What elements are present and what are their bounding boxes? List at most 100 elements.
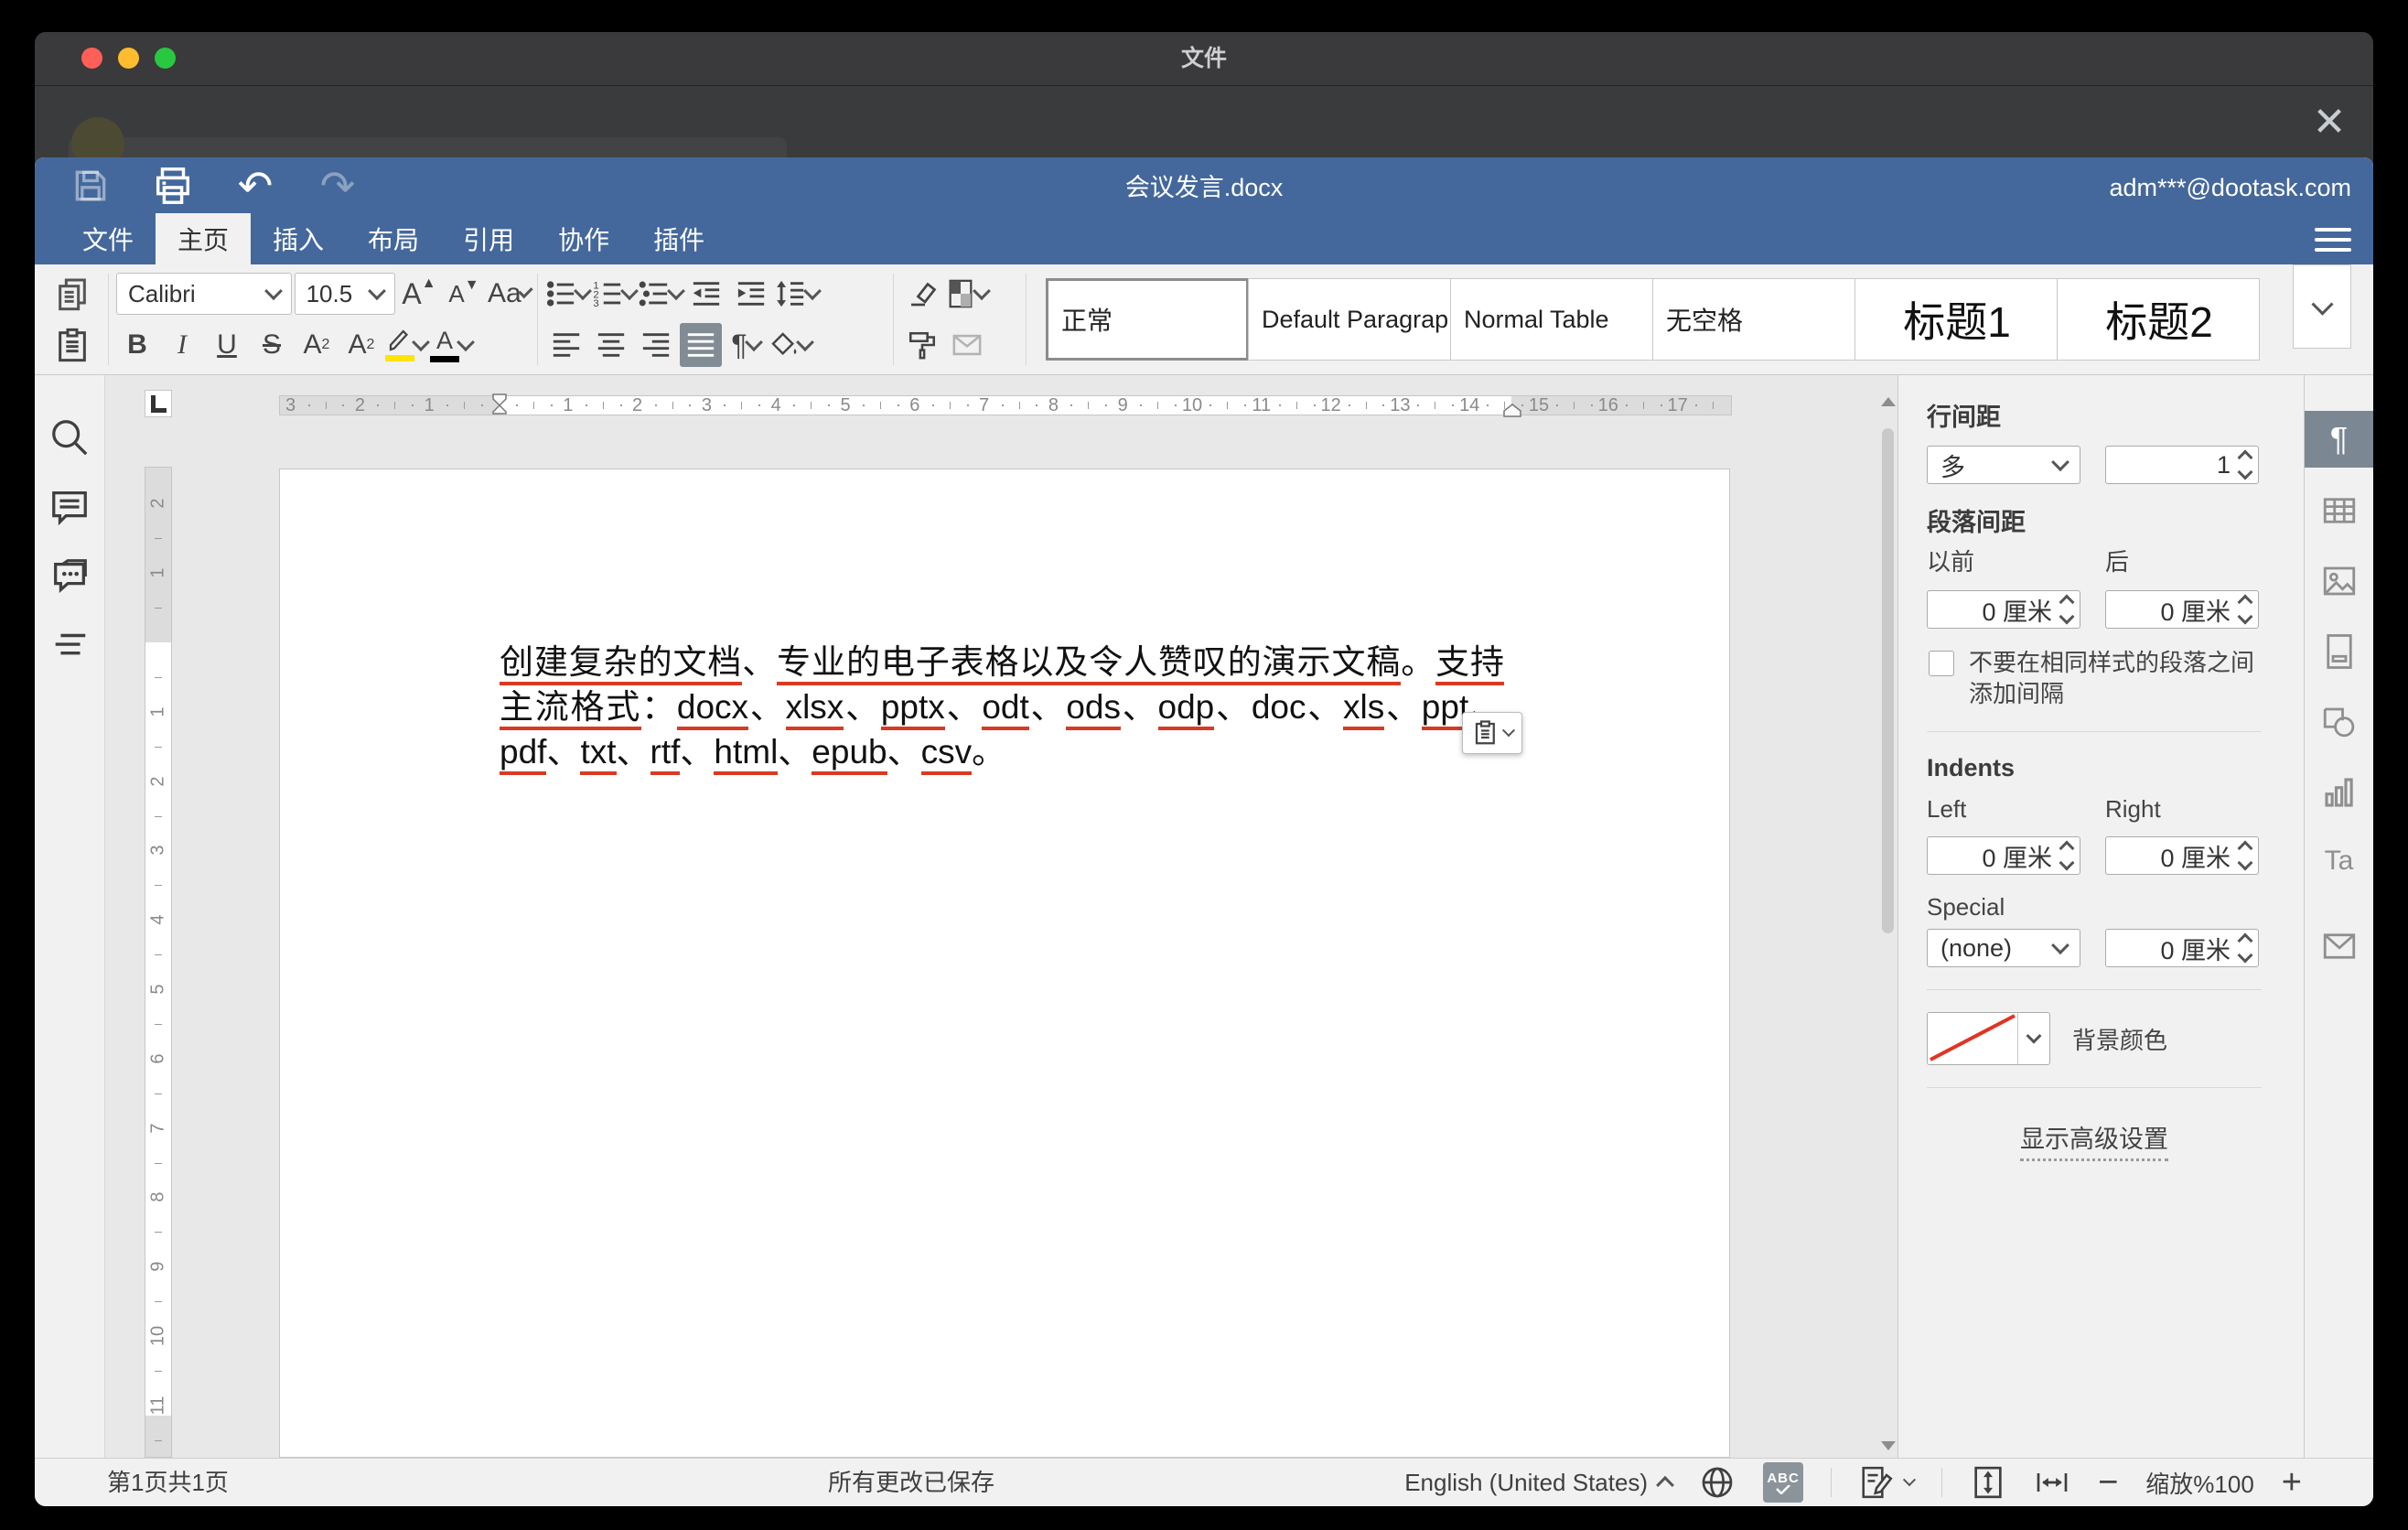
document-text[interactable]: 创建复杂的文档、专业的电子表格以及令人赞叹的演示文稿。支持主流格式：docx、x… bbox=[500, 640, 1504, 774]
spinner-arrows-icon[interactable] bbox=[2240, 597, 2251, 622]
clear-style-button[interactable] bbox=[901, 272, 943, 316]
fit-width-button[interactable] bbox=[2034, 1464, 2070, 1501]
numbered-list-button[interactable]: 123 bbox=[592, 272, 636, 316]
spinner-arrows-icon[interactable] bbox=[2061, 597, 2072, 622]
shading-button[interactable] bbox=[769, 323, 812, 367]
spacing-after-spinner[interactable]: 0 厘米 bbox=[2105, 590, 2259, 629]
highlight-color-button[interactable] bbox=[385, 323, 427, 367]
chart-settings-tab[interactable] bbox=[2305, 757, 2374, 827]
line-spacing-select[interactable]: 多 bbox=[1927, 446, 2080, 484]
horizontal-ruler[interactable]: 3211234567891011121314151617 bbox=[279, 395, 1732, 415]
spacing-before-spinner[interactable]: 0 厘米 bbox=[1927, 590, 2080, 629]
header-footer-settings-tab[interactable] bbox=[2305, 616, 2374, 686]
menu-icon[interactable] bbox=[2315, 224, 2351, 255]
indent-left-spinner[interactable]: 0 厘米 bbox=[1927, 836, 2080, 875]
spinner-arrows-icon[interactable] bbox=[2240, 843, 2251, 868]
language-selector[interactable]: English (United States) bbox=[1404, 1469, 1672, 1497]
bold-button[interactable]: B bbox=[116, 323, 158, 367]
styles-gallery-expand-button[interactable] bbox=[2293, 264, 2351, 349]
tab-插入[interactable]: 插入 bbox=[251, 213, 346, 264]
background-color-picker[interactable] bbox=[1927, 1012, 2050, 1065]
bullet-list-button[interactable] bbox=[545, 272, 589, 316]
decrease-indent-button[interactable] bbox=[685, 272, 727, 316]
spinner-arrows-icon[interactable] bbox=[2061, 843, 2072, 868]
line-spacing-spinner[interactable]: 1 bbox=[2105, 446, 2259, 484]
special-spinner[interactable]: 0 厘米 bbox=[2105, 929, 2259, 967]
style-无空格[interactable]: 无空格 bbox=[1652, 278, 1855, 361]
font-name-select[interactable]: Calibri bbox=[116, 273, 292, 315]
tab-stop-selector[interactable] bbox=[145, 390, 172, 417]
zoom-in-button[interactable]: + bbox=[2282, 1465, 2302, 1500]
track-changes-button[interactable] bbox=[1859, 1465, 1914, 1500]
indent-right-spinner[interactable]: 0 厘米 bbox=[2105, 836, 2259, 875]
paste-button[interactable] bbox=[44, 323, 101, 367]
document-canvas[interactable]: 3211234567891011121314151617 21123456789… bbox=[105, 375, 1897, 1458]
fit-page-button[interactable] bbox=[1970, 1464, 2006, 1501]
multilevel-list-button[interactable] bbox=[639, 272, 683, 316]
align-left-button[interactable] bbox=[545, 323, 587, 367]
paragraph-settings-tab[interactable]: ¶ bbox=[2305, 411, 2374, 468]
strikethrough-button[interactable]: S bbox=[251, 323, 293, 367]
spinner-arrows-icon[interactable] bbox=[2240, 452, 2251, 478]
show-advanced-settings-link[interactable]: 显示高级设置 bbox=[2020, 1119, 2168, 1161]
tab-插件[interactable]: 插件 bbox=[631, 213, 726, 264]
spell-check-toggle[interactable]: ABC bbox=[1763, 1462, 1803, 1503]
style-标题2[interactable]: 标题2 bbox=[2057, 278, 2260, 361]
indent-markers[interactable] bbox=[489, 393, 511, 419]
navigation-button[interactable] bbox=[35, 611, 105, 681]
tab-布局[interactable]: 布局 bbox=[346, 213, 441, 264]
color-dropdown[interactable] bbox=[2018, 1013, 2049, 1064]
tab-主页[interactable]: 主页 bbox=[156, 213, 251, 264]
nonprinting-characters-button[interactable]: ¶ bbox=[725, 323, 767, 367]
increase-indent-button[interactable] bbox=[730, 272, 772, 316]
scrollbar-thumb[interactable] bbox=[1882, 428, 1894, 933]
spinner-arrows-icon[interactable] bbox=[2240, 935, 2251, 961]
document-page[interactable]: 创建复杂的文档、专业的电子表格以及令人赞叹的演示文稿。支持主流格式：docx、x… bbox=[279, 469, 1730, 1458]
color-scheme-button[interactable] bbox=[946, 272, 988, 316]
font-size-select[interactable]: 10.5 bbox=[295, 273, 395, 315]
style-Normal Table[interactable]: Normal Table bbox=[1450, 278, 1653, 361]
scroll-up-icon[interactable] bbox=[1881, 397, 1896, 406]
special-select[interactable]: (none) bbox=[1927, 929, 2080, 967]
scroll-down-icon[interactable] bbox=[1881, 1441, 1896, 1450]
comments-button[interactable] bbox=[35, 472, 105, 542]
image-settings-tab[interactable] bbox=[2305, 545, 2374, 616]
superscript-button[interactable]: A2 bbox=[296, 323, 338, 367]
increase-font-button[interactable]: A▲ bbox=[398, 272, 440, 316]
align-justify-button[interactable] bbox=[680, 323, 722, 367]
page-count[interactable]: 第1页共1页 bbox=[107, 1459, 229, 1506]
table-settings-tab[interactable] bbox=[2305, 475, 2374, 545]
change-case-button[interactable]: Aa bbox=[488, 272, 530, 316]
mail-merge-settings-tab[interactable] bbox=[2305, 910, 2374, 981]
italic-button[interactable]: I bbox=[161, 323, 203, 367]
close-icon[interactable]: ✕ bbox=[2304, 97, 2355, 148]
style-Default Paragraph[interactable]: Default Paragraph bbox=[1248, 278, 1451, 361]
style-正常[interactable]: 正常 bbox=[1046, 278, 1249, 361]
copy-style-button[interactable] bbox=[901, 323, 943, 367]
zoom-out-button[interactable]: − bbox=[2098, 1465, 2118, 1500]
tab-文件[interactable]: 文件 bbox=[60, 213, 156, 264]
copy-button[interactable] bbox=[44, 272, 101, 316]
text-art-settings-tab[interactable]: Ta bbox=[2305, 827, 2374, 898]
right-indent-marker[interactable] bbox=[1502, 404, 1522, 418]
subscript-button[interactable]: A2 bbox=[340, 323, 382, 367]
line-spacing-button[interactable] bbox=[775, 272, 819, 316]
paste-options-button[interactable] bbox=[1462, 712, 1522, 754]
font-color-button[interactable]: A bbox=[430, 323, 472, 367]
align-right-button[interactable] bbox=[635, 323, 677, 367]
zoom-level[interactable]: 缩放%100 bbox=[2145, 1466, 2254, 1500]
align-center-button[interactable] bbox=[590, 323, 632, 367]
no-space-between-checkbox[interactable] bbox=[1929, 651, 1954, 676]
shape-settings-tab[interactable] bbox=[2305, 686, 2374, 757]
tab-引用[interactable]: 引用 bbox=[441, 213, 536, 264]
search-button[interactable] bbox=[35, 403, 105, 472]
vertical-scrollbar[interactable] bbox=[1878, 393, 1897, 1458]
vertical-ruler[interactable]: 211234567891011 bbox=[145, 467, 172, 1458]
mail-merge-button[interactable] bbox=[946, 323, 988, 367]
style-标题1[interactable]: 标题1 bbox=[1854, 278, 2058, 361]
chat-button[interactable] bbox=[35, 542, 105, 611]
tab-协作[interactable]: 协作 bbox=[536, 213, 631, 264]
underline-button[interactable]: U bbox=[206, 323, 248, 367]
document-language-button[interactable] bbox=[1699, 1464, 1736, 1501]
decrease-font-button[interactable]: A▼ bbox=[443, 272, 485, 316]
